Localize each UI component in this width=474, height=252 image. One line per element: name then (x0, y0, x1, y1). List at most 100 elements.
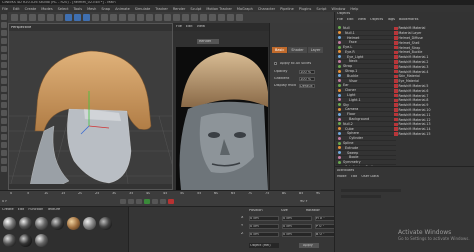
tool-icon[interactable] (1, 134, 7, 140)
toolbar-icon[interactable] (209, 14, 216, 21)
menu-item-script[interactable]: Script (316, 7, 326, 11)
viewport[interactable]: Perspective (8, 23, 173, 190)
tool-icon[interactable] (1, 142, 7, 148)
next-key-button[interactable] (152, 199, 158, 204)
material-swatch[interactable] (3, 234, 16, 247)
om-tab-bookmarks[interactable]: Bookmarks (399, 18, 419, 22)
tool-icon[interactable] (1, 54, 7, 60)
menu-item-animate[interactable]: Animate (115, 7, 130, 11)
material-tab-shader[interactable]: Shader (288, 47, 307, 53)
material-swatch[interactable] (19, 234, 32, 247)
gradient-field[interactable]: 100 % (299, 76, 315, 81)
coord-field-pos[interactable]: 0 cm (249, 232, 279, 237)
coord-mode-select[interactable]: Object (Rel) (249, 243, 279, 248)
render-tab-edit[interactable]: Edit (186, 25, 193, 29)
toolbar-icon[interactable] (200, 14, 207, 21)
material-swatch[interactable] (3, 217, 16, 230)
menu-item-modes[interactable]: Modes (41, 7, 52, 11)
coord-field-pos[interactable]: 0 cm (249, 216, 279, 221)
toolbar-icon[interactable] (236, 14, 243, 21)
tool-icon[interactable] (1, 78, 7, 84)
om-tab-objects[interactable]: Objects (370, 18, 383, 22)
opacity-field[interactable]: 100 % (299, 69, 315, 74)
material-tab-basic[interactable]: Basic (272, 47, 288, 53)
toolbar-icon[interactable] (56, 14, 63, 21)
first-frame-button[interactable] (120, 199, 126, 204)
toolbar-icon[interactable] (101, 14, 108, 21)
menu-item-plugins[interactable]: Plugins (299, 7, 312, 11)
menu-item-tools[interactable]: Tools (73, 7, 82, 11)
attr-tab-userdata[interactable]: User Data (361, 175, 378, 179)
toolbar-icon[interactable] (155, 14, 162, 21)
render-tab-view[interactable]: View (197, 25, 205, 29)
toolbar-icon[interactable] (74, 14, 81, 21)
tool-icon[interactable] (1, 62, 7, 68)
last-frame-button[interactable] (160, 199, 166, 204)
material-row-apply[interactable]: Apply to All Slices (274, 61, 311, 66)
coord-field-pos[interactable]: 0 cm (249, 224, 279, 229)
mb-tab-edit[interactable]: Edit (18, 208, 25, 212)
prev-key-button[interactable] (128, 199, 134, 204)
toolbar-icon[interactable] (110, 14, 117, 21)
toolbar-icon[interactable] (146, 14, 153, 21)
play-button[interactable] (144, 199, 150, 204)
menu-item-snap[interactable]: Snap (101, 7, 110, 11)
menu-item-create[interactable]: Create (25, 7, 37, 11)
coord-field-size[interactable]: 0 cm (282, 224, 312, 229)
tool-icon[interactable] (1, 158, 7, 164)
timeline-ruler[interactable]: 0 5 10 15 20 25 30 35 40 45 50 55 60 65 70 75 80 85 90 (10, 192, 330, 197)
display-mode-select[interactable]: Default (299, 83, 315, 88)
om-tab-file[interactable]: File (337, 18, 343, 22)
material-swatch[interactable] (35, 234, 48, 247)
render-mode-select[interactable]: Render (197, 39, 219, 44)
om-tab-edit[interactable]: Edit (347, 18, 354, 22)
toolbar-icon[interactable] (173, 14, 180, 21)
end-frame[interactable]: 90 F (300, 200, 308, 204)
apply-checkbox[interactable] (274, 62, 277, 65)
attr-tab-edit[interactable]: Edit (351, 175, 358, 179)
mb-tab-create[interactable]: Create (2, 208, 14, 212)
toolbar-icon[interactable] (164, 14, 171, 21)
menu-item-motion-tracker[interactable]: Motion Tracker (206, 7, 232, 11)
tool-icon[interactable] (1, 110, 7, 116)
toolbar-icon[interactable] (20, 14, 27, 21)
menu-item-tracker[interactable]: Tracker (155, 7, 168, 11)
toolbar-icon[interactable] (11, 14, 18, 21)
material-swatch[interactable] (83, 217, 96, 230)
menu-item-character[interactable]: Character (258, 7, 275, 11)
coord-field-size[interactable]: 0 cm (282, 232, 312, 237)
toolbar-icon[interactable] (119, 14, 126, 21)
menu-item-mesh[interactable]: Mesh (87, 7, 96, 11)
toolbar-icon[interactable] (38, 14, 45, 21)
toolbar-icon[interactable] (47, 14, 54, 21)
material-swatch[interactable] (35, 217, 48, 230)
menu-item-window[interactable]: Window (332, 7, 346, 11)
tool-icon[interactable] (1, 30, 7, 36)
menu-item-sculpt[interactable]: Sculpt (190, 7, 201, 11)
tool-icon[interactable] (1, 38, 7, 44)
tool-icon[interactable] (1, 102, 7, 108)
om-tab-view[interactable]: View (358, 18, 366, 22)
material-swatch[interactable] (67, 217, 80, 230)
material-tag-row[interactable]: Redshift Material.15 (394, 132, 472, 137)
material-swatch[interactable] (99, 217, 112, 230)
current-frame[interactable]: 0 F (2, 200, 7, 204)
tool-icon[interactable] (1, 126, 7, 132)
tool-icon[interactable] (1, 94, 7, 100)
apply-button[interactable]: Apply (299, 243, 319, 248)
toolbar-icon[interactable] (182, 14, 189, 21)
coord-field-size[interactable]: 0 cm (282, 216, 312, 221)
play-back-button[interactable] (136, 199, 142, 204)
tool-icon[interactable] (1, 150, 7, 156)
mb-tab-texture[interactable]: Texture (47, 208, 60, 212)
tool-icon[interactable] (1, 46, 7, 52)
render-tab-file[interactable]: File (176, 25, 182, 29)
material-swatch[interactable] (51, 217, 64, 230)
menu-item-help[interactable]: Help (350, 7, 358, 11)
menu-item-mograph[interactable]: MoGraph (237, 7, 253, 11)
menu-item-edit[interactable]: Edit (13, 7, 20, 11)
material-tab-layer[interactable]: Layer (307, 47, 324, 53)
toolbar-icon[interactable] (65, 14, 72, 21)
menu-item-pipeline[interactable]: Pipeline (280, 7, 294, 11)
toolbar-icon[interactable] (83, 14, 90, 21)
